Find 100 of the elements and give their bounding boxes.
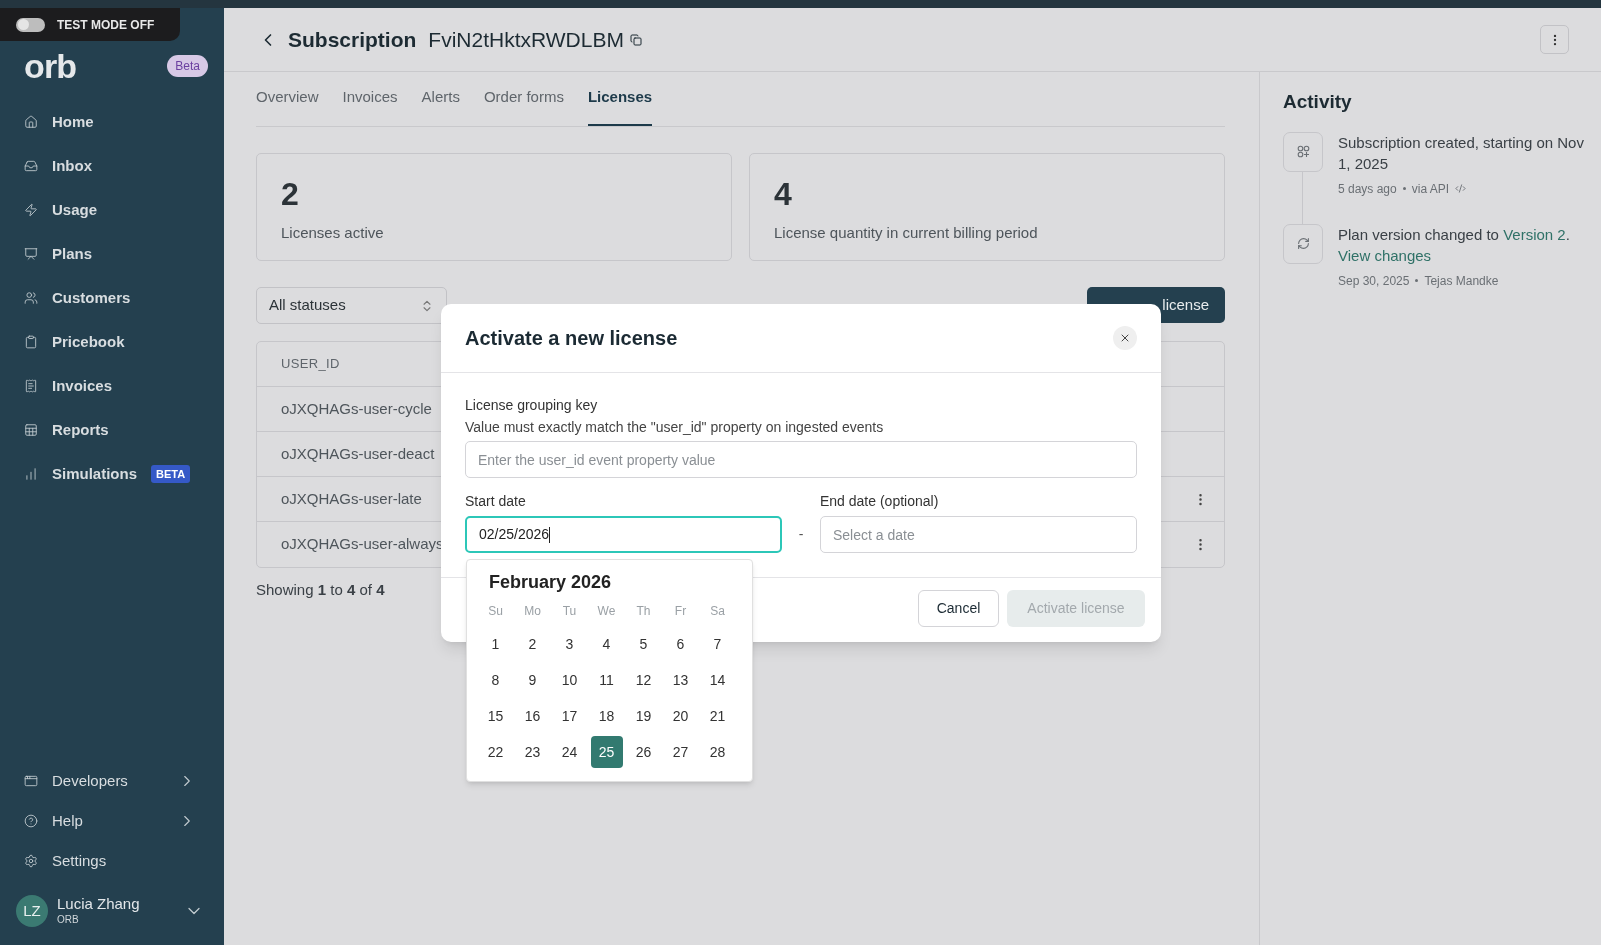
- nav-label: Pricebook: [52, 331, 125, 352]
- user-name: Lucia Zhang: [57, 895, 141, 915]
- tab[interactable]: Overview: [256, 85, 319, 126]
- close-button[interactable]: [1113, 326, 1137, 350]
- nav-item[interactable]: Pricebook: [0, 320, 224, 364]
- lightning-icon: [24, 203, 38, 217]
- calendar-day[interactable]: 5: [627, 628, 660, 660]
- version-link[interactable]: Version 2: [1503, 225, 1566, 243]
- field-label: End date (optional): [820, 492, 940, 511]
- nav-item[interactable]: Inbox: [0, 144, 224, 188]
- clipboard-icon: [24, 335, 38, 349]
- weekday-label: Sa: [709, 603, 726, 620]
- stat-value: 4: [774, 178, 793, 210]
- calendar-day[interactable]: 25: [590, 736, 623, 768]
- calendar-day[interactable]: 26: [627, 736, 660, 768]
- weekday-label: Su: [487, 603, 504, 620]
- nav-item[interactable]: Reports: [0, 408, 224, 452]
- grouping-key-field[interactable]: Enter the user_id event property value: [465, 441, 1137, 478]
- nav-label: Home: [52, 111, 94, 132]
- start-date-field[interactable]: 02/25/2026: [465, 516, 782, 553]
- calendar-day[interactable]: 18: [590, 700, 623, 732]
- inbox-icon: [24, 159, 38, 173]
- presentation-icon: [24, 247, 38, 261]
- view-changes-link[interactable]: View changes: [1338, 246, 1432, 264]
- window-icon: [24, 774, 38, 788]
- stat-value: 2: [281, 178, 300, 210]
- event-text: Subscription created, starting on Nov 1, 2025: [1338, 132, 1585, 174]
- pagination-text: Showing 1 to 4 of 4: [256, 580, 385, 600]
- calendar-day[interactable]: 28: [701, 736, 734, 768]
- home-icon: [24, 115, 38, 129]
- weekday-label: Mo: [523, 603, 542, 620]
- beta-tag: BETA: [151, 464, 191, 484]
- subscription-id: FviN2tHktxRWDLBM: [428, 26, 624, 53]
- table-cell-text: oJXQHAGs-user-cycle: [281, 398, 432, 419]
- calendar-day[interactable]: 15: [479, 700, 512, 732]
- nav-item[interactable]: Home: [0, 100, 224, 144]
- calendar-day[interactable]: 9: [516, 664, 549, 696]
- month-title: February 2026: [489, 570, 612, 594]
- cancel-button[interactable]: Cancel: [918, 590, 999, 627]
- calendar-day[interactable]: 21: [701, 700, 734, 732]
- nav-item[interactable]: Simulations BETA: [0, 452, 224, 496]
- calendar-day[interactable]: 22: [479, 736, 512, 768]
- bar-chart-icon: [24, 467, 38, 481]
- calendar-day[interactable]: 27: [664, 736, 697, 768]
- tab[interactable]: Alerts: [421, 85, 460, 126]
- stat-label: License quantity in current billing period: [774, 223, 1039, 243]
- nav-item[interactable]: Usage: [0, 188, 224, 232]
- calendar-day[interactable]: 3: [553, 628, 586, 660]
- settings-icon: [24, 854, 38, 868]
- weekday-label: Th: [635, 603, 652, 620]
- users-icon: [24, 291, 38, 305]
- event-source: Tejas Mandke: [1424, 272, 1499, 290]
- avatar: LZ: [16, 895, 48, 927]
- column-header: USER_ID: [281, 355, 340, 374]
- calendar-day[interactable]: 23: [516, 736, 549, 768]
- calendar-day[interactable]: 17: [553, 700, 586, 732]
- nav-label: Reports: [52, 419, 109, 440]
- nav-label: Invoices: [52, 375, 113, 396]
- calendar-day[interactable]: 13: [664, 664, 697, 696]
- user-menu[interactable]: LZ Lucia Zhang ORB: [0, 885, 224, 937]
- calendar-day[interactable]: 8: [479, 664, 512, 696]
- nav-item[interactable]: Developers: [0, 761, 224, 801]
- nav-label: Usage: [52, 199, 98, 220]
- tab[interactable]: Licenses: [587, 85, 653, 126]
- calendar-day[interactable]: 10: [553, 664, 586, 696]
- tab[interactable]: Order forms: [483, 85, 564, 126]
- calendar-day[interactable]: 14: [701, 664, 734, 696]
- nav-item[interactable]: Invoices: [0, 364, 224, 408]
- calendar-day[interactable]: 19: [627, 700, 660, 732]
- stat-label: Licenses active: [281, 223, 385, 243]
- test-mode-toggle[interactable]: TEST MODE OFF: [0, 8, 180, 41]
- table-cell-text: oJXQHAGs-user-always: [281, 534, 444, 555]
- weekday-label: Tu: [561, 603, 578, 620]
- calendar-day[interactable]: 1: [479, 628, 512, 660]
- calendar-day[interactable]: 24: [553, 736, 586, 768]
- end-date-field[interactable]: Select a date: [820, 516, 1137, 553]
- calendar-day[interactable]: 7: [701, 628, 734, 660]
- nav-item[interactable]: Help: [0, 801, 224, 841]
- calendar-day[interactable]: 6: [664, 628, 697, 660]
- table-cell-text: oJXQHAGs-user-deact: [281, 443, 435, 464]
- table-cell-text: oJXQHAGs-user-late: [281, 488, 422, 509]
- receipt-icon: [24, 379, 38, 393]
- tab[interactable]: Invoices: [342, 85, 398, 126]
- calendar-day[interactable]: 2: [516, 628, 549, 660]
- nav-item[interactable]: Settings: [0, 841, 224, 881]
- logo[interactable]: orb: [24, 49, 77, 83]
- nav-label: Customers: [52, 287, 131, 308]
- calendar-day[interactable]: 11: [590, 664, 623, 696]
- calendar-day[interactable]: 4: [590, 628, 623, 660]
- table-icon: [24, 423, 38, 437]
- calendar-day[interactable]: 12: [627, 664, 660, 696]
- nav-label: Developers: [52, 770, 129, 791]
- calendar-day[interactable]: 16: [516, 700, 549, 732]
- copy-icon[interactable]: [629, 33, 642, 46]
- nav-item[interactable]: Plans: [0, 232, 224, 276]
- calendar-day[interactable]: 20: [664, 700, 697, 732]
- refresh-icon: [1296, 237, 1310, 250]
- date-separator: -: [797, 525, 805, 544]
- modal-title: Activate a new license: [465, 326, 678, 351]
- nav-item[interactable]: Customers: [0, 276, 224, 320]
